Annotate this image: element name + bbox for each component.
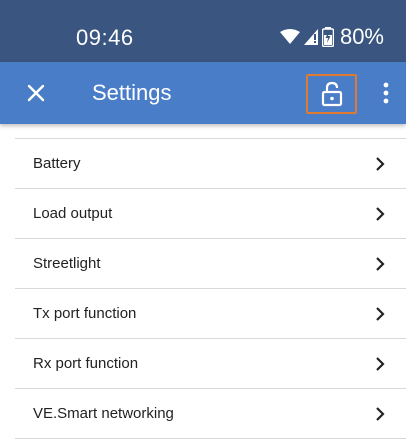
battery-charging-icon [321,27,334,47]
lock-button[interactable] [306,74,357,114]
page-title: Settings [92,80,172,105]
wifi-icon [279,29,300,44]
lock-open-icon [321,81,342,107]
more-options-button[interactable] [376,78,396,108]
chevron-right-icon [376,407,385,421]
battery-percentage: 80% [339,24,384,49]
settings-item-streetlight[interactable]: Streetlight [15,239,406,289]
chevron-right-icon [376,157,385,171]
status-icons: 80% [279,24,384,50]
chevron-right-icon [376,207,385,221]
settings-item-battery[interactable]: Battery [15,139,406,189]
settings-item-tx-port-function[interactable]: Tx port function [15,289,406,339]
status-bar: 09:46 80% [0,0,406,62]
settings-item-rx-port-function[interactable]: Rx port function [15,339,406,389]
settings-item-ve-smart-networking[interactable]: VE.Smart networking [15,389,406,439]
close-icon [27,84,45,102]
more-vertical-icon [383,82,389,104]
app-bar: Settings [0,62,406,124]
status-time: 09:46 [76,25,134,50]
chevron-right-icon [376,307,385,321]
close-button[interactable] [22,79,50,107]
settings-item-label: Battery [33,155,81,172]
signal-icon [303,29,318,45]
chevron-right-icon [376,357,385,371]
settings-item-label: VE.Smart networking [33,405,174,422]
settings-item-label: Streetlight [33,255,101,272]
settings-item-load-output[interactable]: Load output [15,189,406,239]
settings-item-label: Tx port function [33,305,137,322]
settings-item-label: Rx port function [33,355,139,372]
chevron-right-icon [376,257,385,271]
settings-item-label: Load output [33,205,113,222]
